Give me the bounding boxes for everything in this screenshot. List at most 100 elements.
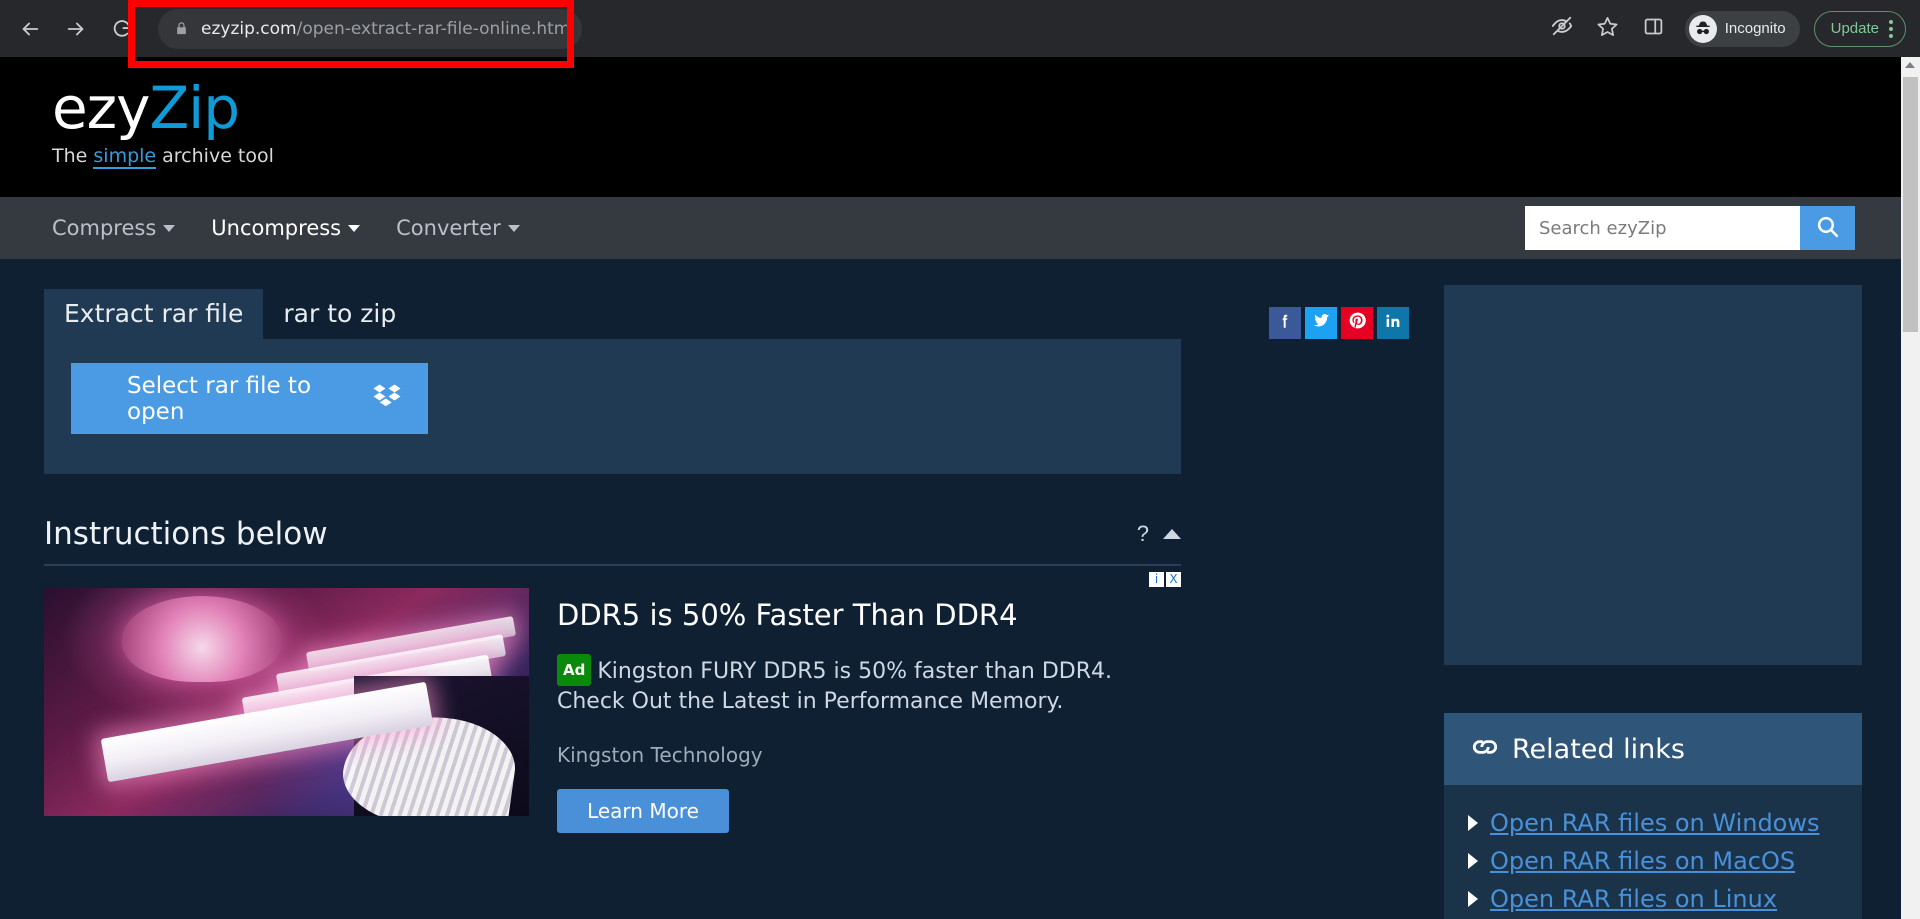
tagline-highlight: simple bbox=[93, 145, 157, 169]
related-link-windows[interactable]: Open RAR files on Windows bbox=[1490, 809, 1820, 837]
browser-toolbar: ezyzip.com/open-extract-rar-file-online.… bbox=[0, 0, 1920, 57]
site-header: ezyZip The simple archive tool bbox=[0, 57, 1901, 197]
site-tagline: The simple archive tool bbox=[52, 145, 1901, 169]
back-arrow-icon bbox=[19, 18, 41, 40]
related-link-linux[interactable]: Open RAR files on Linux bbox=[1490, 885, 1777, 913]
ad-info-icon[interactable]: i bbox=[1149, 572, 1164, 587]
advertisement-block: DDR5 is 50% Faster Than DDR4 Ad Kingston … bbox=[44, 572, 1181, 833]
reload-button[interactable] bbox=[100, 7, 144, 51]
ad-badge: Ad bbox=[557, 654, 592, 686]
related-links-card: Related links Open RAR files on Windows … bbox=[1444, 713, 1862, 919]
chevron-right-icon bbox=[1468, 891, 1478, 907]
forward-button[interactable] bbox=[54, 7, 98, 51]
site-search bbox=[1525, 206, 1855, 250]
page-viewport: ezyZip The simple archive tool Compress … bbox=[0, 57, 1901, 919]
logo-text-zip: Zip bbox=[149, 74, 240, 142]
help-icon[interactable]: ? bbox=[1137, 521, 1149, 547]
lock-icon bbox=[174, 20, 189, 37]
list-item[interactable]: Open RAR files on MacOS bbox=[1444, 843, 1862, 881]
collapse-up-icon[interactable] bbox=[1163, 529, 1181, 539]
file-upload-panel: Select rar file to open bbox=[44, 339, 1181, 474]
select-button-label: Select rar file to open bbox=[127, 372, 312, 425]
related-link-macos[interactable]: Open RAR files on MacOS bbox=[1490, 847, 1795, 875]
url-host: ezyzip.com bbox=[201, 18, 297, 39]
page-scrollbar[interactable] bbox=[1901, 57, 1920, 919]
browser-actions: Incognito Update bbox=[1541, 8, 1920, 50]
dropbox-icon[interactable] bbox=[372, 381, 402, 416]
update-label: Update bbox=[1830, 20, 1879, 37]
scrollbar-up-arrow-icon[interactable] bbox=[1905, 62, 1915, 68]
chevron-down-icon bbox=[348, 224, 361, 232]
instructions-title: Instructions below bbox=[44, 516, 328, 552]
address-bar[interactable]: ezyzip.com/open-extract-rar-file-online.… bbox=[158, 8, 582, 49]
back-button[interactable] bbox=[8, 7, 52, 51]
nav-label-uncompress: Uncompress bbox=[211, 216, 342, 240]
share-twitter-button[interactable] bbox=[1305, 307, 1337, 339]
social-share-buttons bbox=[1269, 307, 1424, 339]
eye-slash-icon bbox=[1551, 15, 1573, 42]
page-body: Extract rar file rar to zip Select rar f… bbox=[0, 259, 1901, 919]
list-item[interactable]: Open RAR files on Linux bbox=[1444, 881, 1862, 919]
chevron-down-icon bbox=[507, 224, 520, 232]
tagline-before: The bbox=[52, 145, 94, 167]
ad-learn-more-button[interactable]: Learn More bbox=[557, 789, 729, 833]
side-panel-button[interactable] bbox=[1633, 8, 1675, 50]
reload-icon bbox=[111, 18, 133, 40]
chevron-right-icon bbox=[1468, 853, 1478, 869]
related-links-list: Open RAR files on Windows Open RAR files… bbox=[1444, 785, 1862, 919]
logo-text-ezy: ezy bbox=[52, 74, 150, 142]
ad-image[interactable] bbox=[44, 588, 529, 816]
ad-close-icon[interactable]: X bbox=[1166, 572, 1181, 587]
kebab-menu-icon[interactable] bbox=[1885, 19, 1897, 38]
url-path: /open-extract-rar-file-online.html bbox=[296, 18, 576, 39]
incognito-icon bbox=[1688, 14, 1717, 43]
share-linkedin-button[interactable] bbox=[1377, 307, 1409, 339]
sidebar-ad-placeholder bbox=[1444, 285, 1862, 665]
tab-extract-rar-file[interactable]: Extract rar file bbox=[44, 289, 264, 339]
browser-nav-buttons bbox=[0, 7, 144, 51]
update-button[interactable]: Update bbox=[1813, 10, 1906, 47]
instructions-heading-row: Instructions below ? bbox=[44, 516, 1181, 566]
forward-arrow-icon bbox=[65, 18, 87, 40]
ad-controls: i X bbox=[1149, 572, 1181, 587]
nav-label-converter: Converter bbox=[396, 216, 501, 240]
scrollbar-thumb[interactable] bbox=[1903, 77, 1918, 332]
share-pinterest-button[interactable] bbox=[1341, 307, 1373, 339]
chevron-down-icon bbox=[163, 224, 176, 232]
ad-description-text: Kingston FURY DDR5 is 50% faster than DD… bbox=[557, 659, 1113, 714]
chain-link-icon bbox=[1470, 735, 1500, 764]
ad-headline[interactable]: DDR5 is 50% Faster Than DDR4 bbox=[557, 598, 1181, 632]
nav-item-uncompress[interactable]: Uncompress bbox=[211, 216, 361, 240]
incognito-indicator[interactable]: Incognito bbox=[1684, 10, 1800, 47]
bookmark-button[interactable] bbox=[1587, 8, 1629, 50]
search-button[interactable] bbox=[1800, 206, 1855, 250]
tracking-protection-button[interactable] bbox=[1541, 8, 1583, 50]
list-item[interactable]: Open RAR files on Windows bbox=[1444, 805, 1862, 843]
incognito-label: Incognito bbox=[1724, 20, 1786, 37]
site-logo[interactable]: ezyZip bbox=[52, 77, 1901, 139]
sidebar-column: Related links Open RAR files on Windows … bbox=[1424, 285, 1901, 919]
search-input[interactable] bbox=[1525, 206, 1800, 250]
facebook-icon bbox=[1276, 312, 1294, 335]
chevron-right-icon bbox=[1468, 815, 1478, 831]
instructions-controls: ? bbox=[1137, 521, 1181, 547]
related-links-title: Related links bbox=[1512, 733, 1685, 765]
nav-item-converter[interactable]: Converter bbox=[396, 216, 520, 240]
ad-description: Ad Kingston FURY DDR5 is 50% faster than … bbox=[557, 654, 1181, 717]
tab-rar-to-zip[interactable]: rar to zip bbox=[263, 289, 416, 339]
ad-advertiser: Kingston Technology bbox=[557, 743, 763, 767]
linkedin-icon bbox=[1384, 312, 1402, 335]
ad-image-cooler-shape bbox=[122, 596, 282, 682]
select-rar-file-button[interactable]: Select rar file to open bbox=[71, 363, 428, 434]
pinterest-icon bbox=[1348, 311, 1367, 335]
tool-tabs: Extract rar file rar to zip bbox=[44, 285, 1424, 339]
share-facebook-button[interactable] bbox=[1269, 307, 1301, 339]
tagline-after: archive tool bbox=[156, 145, 274, 167]
nav-item-compress[interactable]: Compress bbox=[52, 216, 176, 240]
side-panel-icon bbox=[1643, 16, 1664, 42]
star-icon bbox=[1596, 15, 1619, 43]
ad-text-area: DDR5 is 50% Faster Than DDR4 Ad Kingston … bbox=[529, 588, 1181, 833]
main-column: Extract rar file rar to zip Select rar f… bbox=[0, 285, 1424, 919]
twitter-icon bbox=[1312, 311, 1331, 335]
url-text: ezyzip.com/open-extract-rar-file-online.… bbox=[201, 19, 575, 39]
